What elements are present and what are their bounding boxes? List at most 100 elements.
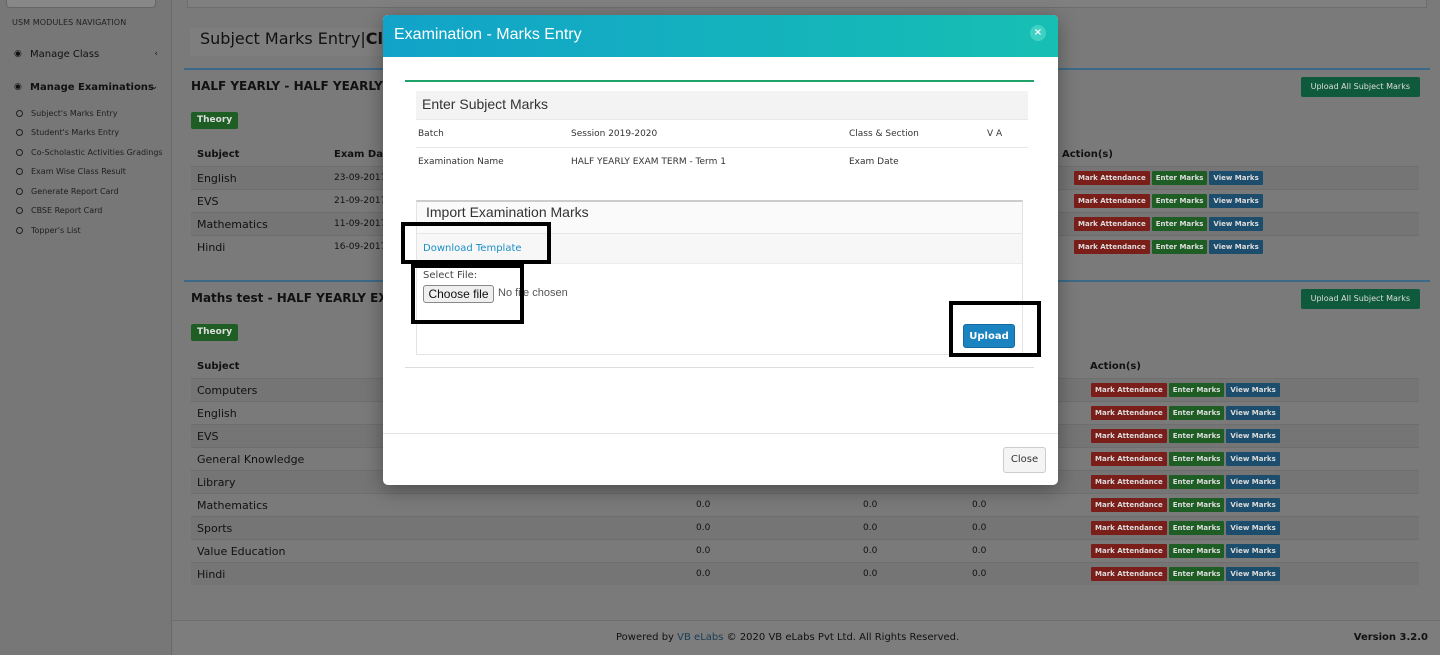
chevron-down-icon: ⌄: [150, 82, 158, 92]
upload-all-subject-marks-button[interactable]: Upload All Subject Marks: [1300, 77, 1420, 97]
mark-attendance-button[interactable]: Mark Attendance: [1074, 217, 1150, 231]
circle-icon: [16, 167, 23, 175]
enter-marks-button[interactable]: Enter Marks: [1168, 544, 1225, 558]
mark-attendance-button[interactable]: Mark Attendance: [1091, 383, 1167, 397]
mark-attendance-button[interactable]: Mark Attendance: [1091, 406, 1167, 420]
view-marks-button[interactable]: View Marks: [1226, 452, 1280, 466]
footer-text: Powered by VB eLabs © 2020 VB eLabs Pvt …: [616, 632, 959, 643]
view-marks-button[interactable]: View Marks: [1226, 498, 1280, 512]
sidebar-subitem-label: Topper's List: [31, 225, 81, 235]
view-marks-button[interactable]: View Marks: [1226, 521, 1280, 535]
footer-brand-link[interactable]: VB eLabs: [677, 632, 723, 643]
mark-attendance-button[interactable]: Mark Attendance: [1091, 521, 1167, 535]
mark-attendance-button[interactable]: Mark Attendance: [1074, 240, 1150, 254]
sidebar-item-label: Manage Class: [30, 48, 100, 60]
enter-marks-button[interactable]: Enter Marks: [1168, 383, 1225, 397]
enter-marks-button[interactable]: Enter Marks: [1151, 171, 1208, 185]
view-marks-button[interactable]: View Marks: [1209, 171, 1263, 185]
top-panel: [187, 0, 1427, 8]
enter-marks-button[interactable]: Enter Marks: [1151, 240, 1208, 254]
close-button[interactable]: Close: [1003, 447, 1046, 473]
page-title-prefix: Subject Marks Entry|: [200, 29, 366, 48]
mark-attendance-button[interactable]: Mark Attendance: [1074, 194, 1150, 208]
subject-cell: Mathematics: [197, 499, 268, 512]
view-marks-button[interactable]: View Marks: [1226, 567, 1280, 581]
highlight-box-choose-file: [411, 264, 524, 324]
mark-attendance-button[interactable]: Mark Attendance: [1091, 567, 1167, 581]
exam-date-label: Exam Date: [849, 157, 899, 167]
circle-icon: [16, 128, 23, 136]
view-marks-button[interactable]: View Marks: [1209, 194, 1263, 208]
chevron-left-icon: ‹: [154, 49, 158, 59]
modal-title: Examination - Marks Entry: [394, 26, 582, 43]
sidebar-subitem-label: Co-Scholastic Activities Gradings: [31, 147, 163, 157]
enter-marks-button[interactable]: Enter Marks: [1151, 217, 1208, 231]
row-actions: Mark Attendance Enter Marks View Marks: [1074, 217, 1263, 231]
marks-cell: 0.0: [863, 500, 878, 510]
mark-attendance-button[interactable]: Mark Attendance: [1091, 498, 1167, 512]
enter-marks-button[interactable]: Enter Marks: [1168, 475, 1225, 489]
exam-date-cell: 16-09-2017: [334, 242, 387, 252]
dashboard-icon: ◉: [14, 48, 22, 59]
subject-cell: EVS: [197, 430, 219, 443]
mark-attendance-button[interactable]: Mark Attendance: [1091, 452, 1167, 466]
enter-marks-button[interactable]: Enter Marks: [1168, 452, 1225, 466]
sidebar-subitem-label: Exam Wise Class Result: [31, 166, 126, 176]
sidebar-subitem-toppers-list[interactable]: Topper's List: [0, 221, 172, 239]
sidebar-subitem-co-scholastic[interactable]: Co-Scholastic Activities Gradings: [0, 143, 172, 161]
view-marks-button[interactable]: View Marks: [1226, 429, 1280, 443]
sidebar-subitem-label: Student's Marks Entry: [31, 127, 120, 137]
mark-attendance-button[interactable]: Mark Attendance: [1091, 544, 1167, 558]
subject-cell: Hindi: [197, 241, 226, 254]
view-marks-button[interactable]: View Marks: [1226, 383, 1280, 397]
sidebar-subitem-cbse-report-card[interactable]: CBSE Report Card: [0, 201, 172, 219]
theory-badge: Theory: [191, 112, 239, 129]
view-marks-button[interactable]: View Marks: [1226, 406, 1280, 420]
close-icon[interactable]: ×: [1030, 25, 1046, 41]
mark-attendance-button[interactable]: Mark Attendance: [1091, 475, 1167, 489]
sidebar-item-manage-examinations[interactable]: ◉ Manage Examinations ⌄: [0, 75, 172, 99]
sidebar: USM MODULES NAVIGATION ◉ Manage Class ‹ …: [0, 0, 172, 655]
exam-date-cell: 23-09-2017: [334, 173, 387, 183]
upload-all-subject-marks-button[interactable]: Upload All Subject Marks: [1300, 289, 1420, 309]
footer-powered-by: Powered by: [616, 632, 674, 643]
enter-marks-button[interactable]: Enter Marks: [1168, 498, 1225, 512]
subject-cell: Value Education: [197, 545, 286, 558]
circle-icon: [16, 226, 23, 234]
mark-attendance-button[interactable]: Mark Attendance: [1074, 171, 1150, 185]
subject-cell: Mathematics: [197, 218, 268, 231]
view-marks-button[interactable]: View Marks: [1226, 544, 1280, 558]
row-actions: Mark Attendance Enter Marks View Marks: [1091, 567, 1280, 581]
enter-marks-button[interactable]: Enter Marks: [1168, 429, 1225, 443]
sidebar-subitem-exam-wise-result[interactable]: Exam Wise Class Result: [0, 162, 172, 180]
sidebar-item-manage-class[interactable]: ◉ Manage Class ‹: [0, 42, 172, 66]
view-marks-button[interactable]: View Marks: [1209, 217, 1263, 231]
batch-value: Session 2019-2020: [571, 129, 658, 139]
footer: Powered by VB eLabs © 2020 VB eLabs Pvt …: [173, 620, 1440, 655]
view-marks-button[interactable]: View Marks: [1209, 240, 1263, 254]
sidebar-search-box[interactable]: [6, 0, 156, 8]
mark-attendance-button[interactable]: Mark Attendance: [1091, 429, 1167, 443]
row-actions: Mark Attendance Enter Marks View Marks: [1091, 521, 1280, 535]
row-actions: Mark Attendance Enter Marks View Marks: [1091, 406, 1280, 420]
enter-marks-button[interactable]: Enter Marks: [1151, 194, 1208, 208]
enter-marks-button[interactable]: Enter Marks: [1168, 521, 1225, 535]
sidebar-item-label: Manage Examinations: [30, 81, 154, 93]
exam-name-label: Examination Name: [418, 157, 504, 167]
marks-cell: 0.0: [696, 500, 711, 510]
sidebar-subitem-generate-report-card[interactable]: Generate Report Card: [0, 182, 172, 200]
column-header-subject: Subject: [197, 149, 240, 160]
enter-marks-button[interactable]: Enter Marks: [1168, 406, 1225, 420]
enter-marks-button[interactable]: Enter Marks: [1168, 567, 1225, 581]
row-actions: Mark Attendance Enter Marks View Marks: [1091, 452, 1280, 466]
sidebar-subitem-subjects-marks-entry[interactable]: Subject's Marks Entry: [0, 104, 172, 122]
row-actions: Mark Attendance Enter Marks View Marks: [1091, 429, 1280, 443]
view-marks-button[interactable]: View Marks: [1226, 475, 1280, 489]
info-row-batch: Batch Session 2019-2020 Class & Section …: [416, 119, 1028, 147]
row-actions: Mark Attendance Enter Marks View Marks: [1074, 240, 1263, 254]
subject-cell: Hindi: [197, 568, 226, 581]
sidebar-subitem-students-marks-entry[interactable]: Student's Marks Entry: [0, 123, 172, 141]
circle-icon: [16, 148, 23, 156]
subject-cell: English: [197, 172, 237, 185]
marks-cell: 0.0: [696, 546, 711, 556]
